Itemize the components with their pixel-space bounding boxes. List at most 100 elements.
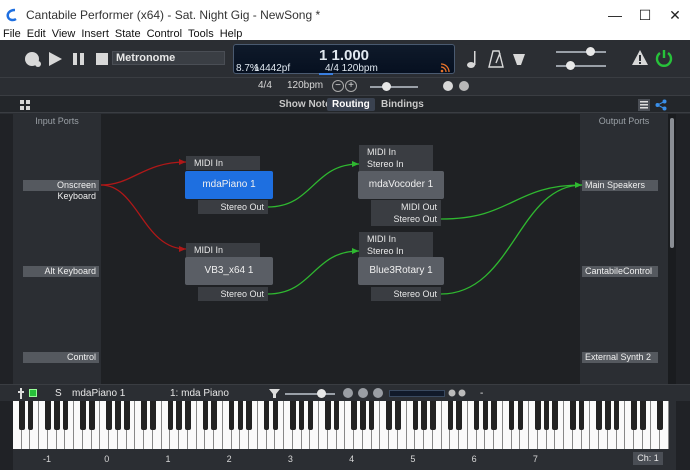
solo-label[interactable]: S — [55, 388, 62, 399]
tempo-slider-track[interactable] — [370, 86, 418, 88]
black-key[interactable] — [517, 401, 524, 430]
menu-edit[interactable]: Edit — [27, 28, 46, 40]
menu-tools[interactable]: Tools — [188, 28, 214, 40]
black-key[interactable] — [123, 401, 130, 430]
black-key[interactable] — [456, 401, 462, 430]
black-key[interactable] — [596, 401, 602, 430]
black-key[interactable] — [360, 401, 366, 430]
onscreen-keyboard[interactable] — [13, 401, 669, 449]
routing-scrollbar[interactable] — [668, 114, 676, 384]
master-volume-knob[interactable] — [586, 47, 595, 56]
black-key[interactable] — [482, 401, 489, 430]
black-key[interactable] — [228, 401, 235, 430]
instrument-volume-track[interactable] — [285, 393, 335, 395]
stop-icon[interactable] — [92, 49, 112, 69]
black-key[interactable] — [298, 401, 305, 430]
active-indicator[interactable] — [29, 389, 37, 397]
black-key[interactable] — [167, 401, 174, 430]
filter-icon[interactable] — [269, 388, 280, 399]
menu-file[interactable]: File — [3, 28, 21, 40]
close-button[interactable]: ✕ — [660, 0, 690, 30]
pin-icon[interactable] — [17, 388, 25, 399]
black-key[interactable] — [535, 401, 541, 430]
program-name[interactable]: 1: mda Piano — [170, 388, 229, 399]
metronome-selector[interactable]: Metronome — [112, 51, 225, 65]
black-key[interactable] — [18, 401, 25, 430]
black-key[interactable] — [115, 401, 121, 430]
black-key[interactable] — [508, 401, 515, 430]
tempo-slider-knob[interactable] — [382, 82, 391, 91]
midi-channel-selector[interactable]: Ch: 1 — [633, 452, 663, 465]
black-key[interactable] — [141, 401, 147, 430]
black-key[interactable] — [176, 401, 182, 430]
black-key[interactable] — [246, 401, 252, 430]
black-key[interactable] — [613, 401, 620, 430]
share-routing-icon[interactable] — [655, 99, 667, 111]
black-key[interactable] — [307, 401, 314, 430]
black-key[interactable] — [80, 401, 86, 430]
grid-view-icon[interactable] — [20, 100, 30, 110]
black-key[interactable] — [237, 401, 244, 430]
black-key[interactable] — [604, 401, 611, 430]
routing-scrollbar-thumb[interactable] — [670, 118, 674, 248]
black-key[interactable] — [185, 401, 191, 430]
tempo-decrease-button[interactable]: − — [332, 80, 344, 92]
metronome-icon[interactable] — [488, 49, 504, 69]
menu-insert[interactable]: Insert — [81, 28, 109, 40]
black-key[interactable] — [578, 401, 585, 430]
black-key[interactable] — [290, 401, 296, 430]
maximize-button[interactable]: ☐ — [630, 0, 660, 30]
master-volume-track[interactable] — [556, 51, 606, 53]
black-key[interactable] — [333, 401, 340, 430]
menu-state[interactable]: State — [115, 28, 141, 40]
instrument-volume-knob[interactable] — [317, 389, 326, 398]
menu-view[interactable]: View — [52, 28, 76, 40]
black-key[interactable] — [569, 401, 576, 430]
black-key[interactable] — [657, 401, 664, 430]
warning-icon[interactable] — [631, 49, 649, 67]
tab-routing[interactable]: Routing — [327, 98, 375, 111]
black-key[interactable] — [368, 401, 375, 430]
black-key[interactable] — [430, 401, 436, 430]
black-key[interactable] — [447, 401, 454, 430]
time-signature[interactable]: 4/4 — [258, 80, 272, 91]
black-key[interactable] — [631, 401, 637, 430]
black-key[interactable] — [421, 401, 427, 430]
sync-icon[interactable] — [458, 80, 470, 92]
black-key[interactable] — [263, 401, 270, 430]
expression-knob-icon[interactable] — [372, 387, 384, 399]
music-note-icon[interactable] — [466, 49, 480, 69]
tempo-increase-button[interactable]: + — [345, 80, 357, 92]
minimize-button[interactable]: — — [600, 0, 630, 30]
tab-bindings[interactable]: Bindings — [376, 98, 429, 111]
pan-knob-icon[interactable] — [342, 387, 354, 399]
menu-help[interactable]: Help — [220, 28, 243, 40]
menu-control[interactable]: Control — [147, 28, 182, 40]
instrument-name[interactable]: mdaPiano 1 — [72, 388, 125, 399]
black-key[interactable] — [202, 401, 209, 430]
black-key[interactable] — [27, 401, 34, 430]
black-key[interactable] — [272, 401, 279, 430]
pause-icon[interactable] — [69, 49, 89, 69]
black-key[interactable] — [412, 401, 419, 430]
black-key[interactable] — [53, 401, 60, 430]
list-view-icon[interactable] — [638, 99, 650, 111]
black-key[interactable] — [62, 401, 69, 430]
tempo[interactable]: 120bpm — [287, 80, 323, 91]
black-key[interactable] — [491, 401, 497, 430]
mod-knob-icon[interactable] — [357, 387, 369, 399]
power-icon[interactable] — [654, 48, 674, 68]
black-key[interactable] — [552, 401, 559, 430]
master-gain-knob[interactable] — [566, 61, 575, 70]
black-key[interactable] — [386, 401, 392, 430]
black-key[interactable] — [211, 401, 217, 430]
master-gain-track[interactable] — [556, 65, 606, 67]
black-key[interactable] — [473, 401, 480, 430]
tap-tempo-icon[interactable] — [442, 80, 454, 92]
record-icon[interactable] — [22, 49, 42, 69]
black-key[interactable] — [395, 401, 401, 430]
play-icon[interactable] — [45, 49, 65, 69]
spotlight-icon[interactable] — [510, 49, 528, 69]
black-key[interactable] — [543, 401, 550, 430]
black-key[interactable] — [639, 401, 646, 430]
